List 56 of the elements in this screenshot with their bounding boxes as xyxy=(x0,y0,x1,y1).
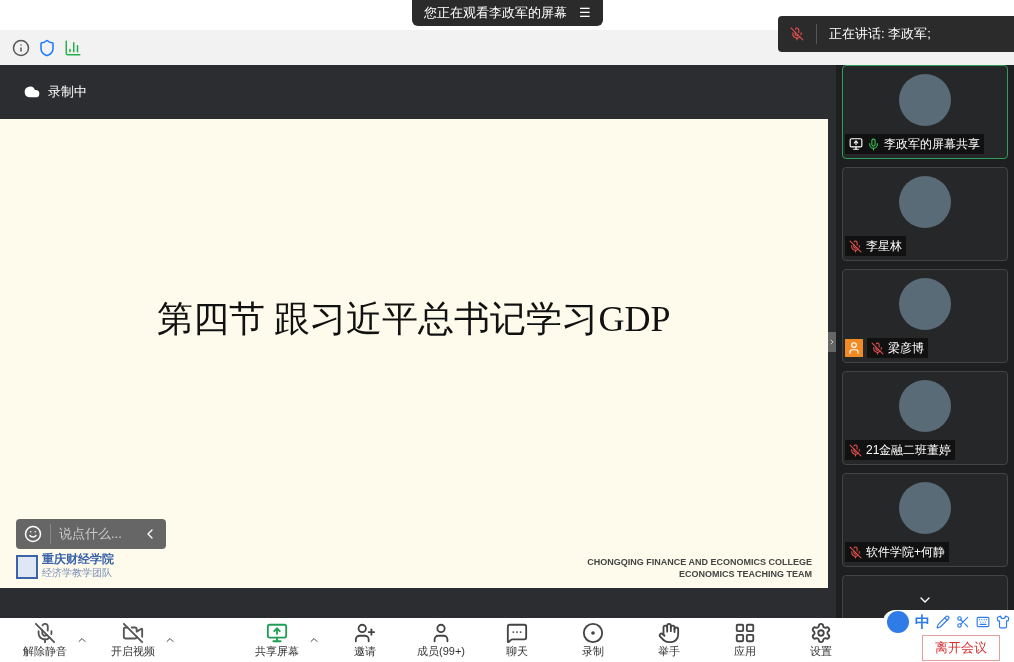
toolbar-button[interactable]: 设置 xyxy=(790,622,852,658)
shirt-icon[interactable] xyxy=(996,615,1010,629)
apps-icon xyxy=(734,622,756,644)
toolbar-button[interactable]: 聊天 xyxy=(486,622,548,658)
participant-name: 软件学院+何静 xyxy=(866,544,945,561)
ime-mode[interactable]: 中 xyxy=(915,610,930,634)
participant-tile[interactable]: 李政军的屏幕共享 xyxy=(842,65,1008,159)
speaking-text: 正在讲话: 李政军; xyxy=(816,24,931,44)
chat-placeholder: 说点什么... xyxy=(50,524,134,544)
toolbar-button[interactable]: 应用 xyxy=(714,622,776,658)
slide-title: 第四节 跟习近平总书记学习GDP xyxy=(157,298,671,341)
info-icon[interactable] xyxy=(12,38,30,57)
keyboard-icon[interactable] xyxy=(976,615,990,629)
emoji-icon[interactable] xyxy=(24,525,42,543)
chat-input-field[interactable]: 说点什么... xyxy=(16,519,166,549)
participant-name: 李星林 xyxy=(866,238,902,255)
recording-status: 录制中 xyxy=(48,83,87,102)
screen-share-icon xyxy=(849,137,863,151)
chat-icon xyxy=(506,622,528,644)
banner-menu-button[interactable]: ☰ xyxy=(578,3,591,23)
toolbar-button[interactable]: 共享屏幕 xyxy=(246,622,320,658)
college-logo-icon xyxy=(16,554,38,579)
video-off-icon xyxy=(122,622,144,644)
college-name: 重庆财经学院 xyxy=(42,553,114,565)
toolbar-button[interactable]: 解除静音 xyxy=(14,622,88,658)
college-english-text: CHONGQING FINANCE AND ECONOMICS COLLEGE xyxy=(587,556,812,568)
no-video-avatar-icon xyxy=(845,339,863,357)
ime-logo-icon[interactable] xyxy=(887,611,909,633)
muted-mic-icon xyxy=(34,622,56,644)
participant-tile[interactable]: 21金融二班董婷 xyxy=(842,371,1008,465)
participant-tile[interactable]: 梁彦博 xyxy=(842,269,1008,363)
toolbar-button[interactable]: 录制 xyxy=(562,622,624,658)
participant-name: 21金融二班董婷 xyxy=(866,442,952,459)
participant-name: 李政军的屏幕共享 xyxy=(884,136,980,153)
toolbar-button[interactable]: 举手 xyxy=(638,622,700,658)
muted-mic-icon xyxy=(790,27,804,41)
pen-icon[interactable] xyxy=(936,615,950,629)
add-user-icon xyxy=(354,622,376,644)
shield-icon[interactable] xyxy=(38,38,56,57)
banner-text: 您正在观看李政军的屏幕 xyxy=(423,4,567,23)
participant-tile[interactable]: 软件学院+何静 xyxy=(842,473,1008,567)
settings-icon xyxy=(810,622,832,644)
toolbar-button[interactable]: 开启视频 xyxy=(102,622,176,658)
college-english-text: ECONOMICS TEACHING TEAM xyxy=(679,568,812,580)
cloud-icon xyxy=(24,84,40,100)
participant-name: 梁彦博 xyxy=(888,340,924,357)
scissors-icon[interactable] xyxy=(956,615,970,629)
record-icon xyxy=(582,622,604,644)
leave-meeting-button[interactable]: 离开会议 xyxy=(922,635,1000,661)
share-screen-icon xyxy=(266,622,288,644)
hand-icon xyxy=(658,622,680,644)
toolbar-button[interactable]: 成员(99+) xyxy=(410,622,472,658)
participant-tile[interactable]: 李星林 xyxy=(842,167,1008,261)
team-name: 经济学教学团队 xyxy=(42,566,113,580)
toolbar-button[interactable]: 邀请 xyxy=(334,622,396,658)
signal-icon[interactable] xyxy=(64,38,82,57)
